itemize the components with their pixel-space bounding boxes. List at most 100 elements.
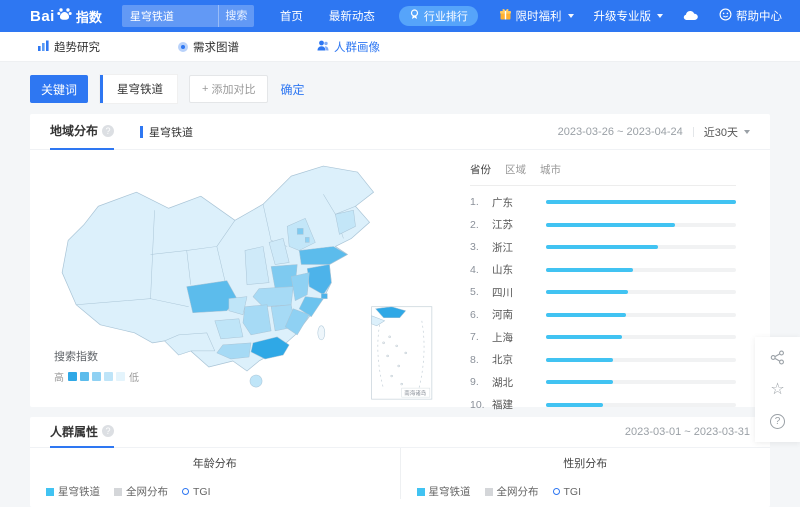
promo-menu[interactable]: 限时福利 xyxy=(499,8,574,24)
rank-index: 9. xyxy=(470,376,479,389)
industry-rank-label: 行业排行 xyxy=(423,11,468,23)
legend-item[interactable]: TGI xyxy=(552,485,582,498)
rank-bar-fill xyxy=(546,245,659,250)
map-legend-title: 搜索指数 xyxy=(54,351,98,363)
keyword-chip[interactable]: 星穹铁道 xyxy=(100,75,178,103)
demographics-header: 人群属性 ? 2023-03-01 ~ 2023-03-31 xyxy=(30,417,770,448)
series-name: 星穹铁道 xyxy=(149,126,194,139)
rank-bar-track xyxy=(546,335,736,340)
rank-index: 6. xyxy=(470,308,479,321)
ranking-row: 6. 河南 xyxy=(470,304,736,327)
legend-label: 全网分布 xyxy=(126,486,168,498)
legend-ring-marker xyxy=(552,488,560,495)
demographics-panel: 年龄分布星穹铁道 全网分布 TGI xyxy=(30,448,400,499)
help-question-icon[interactable]: ? xyxy=(102,124,115,137)
legend-item[interactable]: 全网分布 xyxy=(114,484,168,499)
rank-bar-fill xyxy=(546,200,736,205)
period-dropdown[interactable]: 近30天 xyxy=(704,124,750,140)
chevron-down-icon xyxy=(657,14,663,18)
tab-audience-profile[interactable]: 人群画像 xyxy=(317,39,380,55)
rank-index: 10. xyxy=(470,398,485,411)
floating-toolbar: ☆ ? xyxy=(755,337,800,442)
rank-bar-track xyxy=(546,222,736,227)
province-name: 河南 xyxy=(492,309,513,322)
tab-trend-research[interactable]: 趋势研究 xyxy=(38,39,100,55)
map-legend-squares xyxy=(68,372,125,381)
map-legend-square xyxy=(68,372,77,381)
rank-bar-fill xyxy=(546,222,676,227)
help-question-icon[interactable]: ? xyxy=(102,425,115,437)
ranking-row: 2. 江苏 xyxy=(470,214,736,237)
upgrade-menu[interactable]: 升级专业版 xyxy=(593,8,663,24)
legend-ring-marker xyxy=(182,488,189,495)
legend-square-marker xyxy=(114,487,122,496)
favorite-star-icon[interactable]: ☆ xyxy=(769,381,786,398)
panel-title: 年龄分布 xyxy=(192,458,237,470)
keyword-label-button[interactable]: 关键词 xyxy=(30,75,89,103)
legend-label: 星穹铁道 xyxy=(58,486,100,498)
inset-label: 南海诸岛 xyxy=(404,389,427,397)
tab-label: 趋势研究 xyxy=(54,41,100,54)
radar-dot-icon xyxy=(178,41,188,52)
nav-search-button[interactable]: 搜索 xyxy=(217,5,254,27)
ranking-tab[interactable]: 区域 xyxy=(505,162,526,177)
legend-label: TGI xyxy=(563,485,582,498)
rank-index: 2. xyxy=(470,218,479,231)
legend-label: TGI xyxy=(193,485,211,498)
region-title-tab[interactable]: 地域分布 ? xyxy=(50,114,115,150)
rank-bar-fill xyxy=(546,267,634,272)
nav-link-news[interactable]: 最新动态 xyxy=(329,8,375,24)
tab-demand-map[interactable]: 需求图谱 xyxy=(178,39,239,55)
confirm-button[interactable]: 确定 xyxy=(280,81,304,98)
add-compare-label: 添加对比 xyxy=(211,84,256,96)
province-name: 福建 xyxy=(492,399,513,412)
help-circle-icon[interactable]: ? xyxy=(769,413,786,430)
ranking-row: 7. 上海 xyxy=(470,326,736,349)
section-tabs: 趋势研究 需求图谱 人群画像 xyxy=(0,32,800,62)
chevron-down-icon xyxy=(744,129,750,134)
upgrade-label: 升级专业版 xyxy=(593,11,652,23)
message-button[interactable] xyxy=(683,9,699,24)
province-name: 山东 xyxy=(492,264,513,277)
legend-item[interactable]: 全网分布 xyxy=(484,484,539,499)
industry-rank-button[interactable]: 行业排行 xyxy=(398,6,478,26)
help-smile-icon xyxy=(719,8,732,24)
rank-bar-track xyxy=(546,312,736,317)
rank-bar-track xyxy=(546,267,736,272)
map-legend: 搜索指数 高 低 xyxy=(54,348,139,384)
province-name: 四川 xyxy=(492,286,513,299)
logo-text-bai: Bai xyxy=(30,7,55,25)
rank-bar-fill xyxy=(546,380,613,385)
legend-square-marker xyxy=(46,487,54,496)
legend-item[interactable]: 星穹铁道 xyxy=(416,484,471,499)
legend-label: 星穹铁道 xyxy=(428,486,471,498)
help-center[interactable]: 帮助中心 xyxy=(719,8,782,24)
ranking-row: 1. 广东 xyxy=(470,191,736,214)
legend-square-marker xyxy=(484,487,493,496)
person-icon xyxy=(317,40,329,54)
period-label: 近30天 xyxy=(703,126,738,139)
divider xyxy=(692,126,694,137)
rank-index: 8. xyxy=(470,353,479,366)
region-distribution-card: 地域分布 ? 星穹铁道 2023-03-26 ~ 2023-04-24 近30天 xyxy=(30,114,770,411)
tab-label: 需求图谱 xyxy=(193,41,239,54)
nav-search-input[interactable] xyxy=(121,10,218,22)
nav-link-home[interactable]: 首页 xyxy=(280,8,303,24)
panel-legend: 星穹铁道 全网分布 TGI xyxy=(401,471,771,499)
ranking-tab[interactable]: 城市 xyxy=(540,162,561,177)
province-name: 上海 xyxy=(492,331,513,344)
region-ranking-list: 1. 广东 2. 江苏 3. 浙江 4. 山东 5. 四川 6. 河南 7. 上海 8. 北京 9. 湖北 10. 福… xyxy=(470,191,736,416)
message-cloud-icon xyxy=(683,9,699,24)
add-compare-button[interactable]: + 添加对比 xyxy=(189,75,269,103)
rank-bar-fill xyxy=(546,402,603,407)
demographics-title-tab[interactable]: 人群属性 ? xyxy=(50,417,115,448)
bar-chart-icon xyxy=(38,40,49,54)
ranking-row: 9. 湖北 xyxy=(470,371,736,394)
ranking-tab[interactable]: 省份 xyxy=(470,162,491,177)
province-name: 湖北 xyxy=(492,376,513,389)
legend-item[interactable]: TGI xyxy=(182,486,211,498)
baidu-index-logo[interactable]: Bai 指数 xyxy=(30,5,102,27)
share-icon[interactable] xyxy=(769,349,786,366)
map-legend-square xyxy=(116,372,125,381)
legend-item[interactable]: 星穹铁道 xyxy=(46,484,100,499)
